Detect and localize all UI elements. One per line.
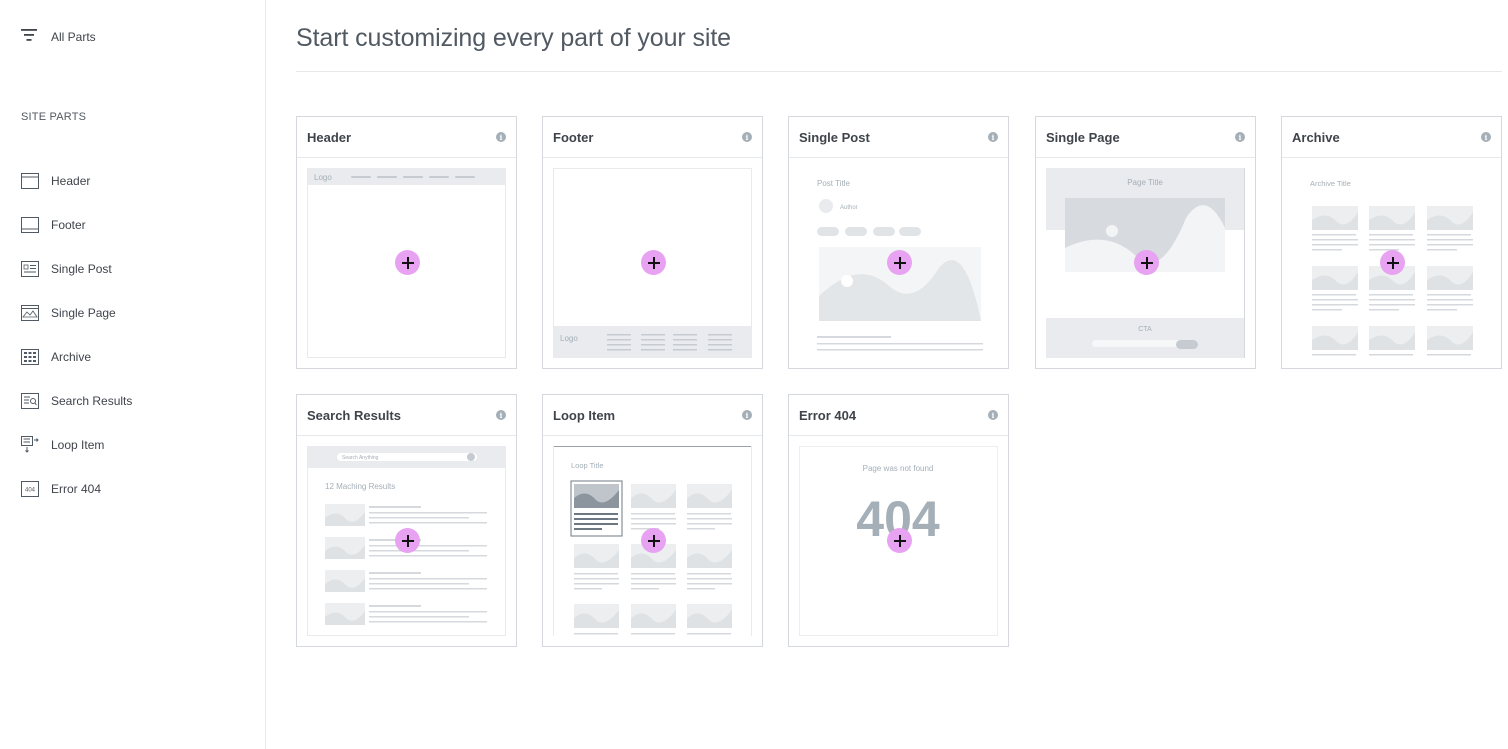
card-title: Search Results — [307, 407, 401, 423]
loop-item-icon — [21, 436, 39, 454]
add-search-results-icon[interactable] — [395, 528, 420, 553]
thumb-post-title: Post Title — [817, 179, 850, 188]
card-loop-item[interactable]: Loop Item i Loop Title — [542, 394, 763, 647]
sidebar-item-label: Archive — [51, 350, 92, 364]
sidebar-item-label: Header — [51, 174, 91, 188]
info-icon[interactable]: i — [742, 410, 752, 420]
info-icon[interactable]: i — [988, 132, 998, 142]
card-title: Loop Item — [553, 407, 616, 423]
card-header-bar: Header i — [297, 117, 516, 158]
card-header-bar: Single Page i — [1036, 117, 1255, 158]
header-icon — [21, 172, 39, 190]
info-icon[interactable]: i — [742, 132, 752, 142]
sidebar-item-footer[interactable]: Footer — [21, 203, 132, 247]
thumb-matching-results: 12 Maching Results — [325, 482, 395, 491]
add-header-icon[interactable] — [395, 250, 420, 275]
info-icon[interactable]: i — [1481, 132, 1491, 142]
archive-icon — [21, 348, 39, 366]
add-archive-icon[interactable] — [1380, 250, 1405, 275]
thumb-page-title: Page Title — [1127, 178, 1163, 187]
card-header-bar: Footer i — [543, 117, 762, 158]
card-title: Single Page — [1046, 129, 1120, 145]
sidebar: All Parts SITE PARTS Header Footer Singl… — [0, 0, 266, 749]
card-single-page[interactable]: Single Page i Page Title CTA — [1035, 116, 1256, 369]
footer-icon — [21, 216, 39, 234]
card-header-bar: Single Post i — [789, 117, 1008, 158]
thumb-archive-title: Archive Title — [1310, 179, 1351, 188]
single-page-icon — [21, 304, 39, 322]
sidebar-item-label: Footer — [51, 218, 86, 232]
info-icon[interactable]: i — [988, 410, 998, 420]
sidebar-item-single-post[interactable]: Single Post — [21, 247, 132, 291]
thumb-logo-text: Logo — [560, 334, 578, 343]
sidebar-item-label: Single Post — [51, 262, 112, 276]
sidebar-item-search-results[interactable]: Search Results — [21, 379, 132, 423]
svg-text:404: 404 — [25, 488, 36, 494]
thumb-cta: CTA — [1138, 326, 1152, 333]
card-header-bar: Error 404 i — [789, 395, 1008, 436]
single-post-icon — [21, 260, 39, 278]
error-404-icon: 404 — [21, 480, 39, 498]
card-header[interactable]: Header i Logo — [296, 116, 517, 369]
page-title: Start customizing every part of your sit… — [296, 24, 731, 52]
thumb-not-found: Page was not found — [863, 464, 934, 473]
thumb-search-placeholder: Search Anything — [342, 455, 379, 461]
add-error-404-icon[interactable] — [887, 528, 912, 553]
card-title: Archive — [1292, 129, 1340, 145]
info-icon[interactable]: i — [496, 410, 506, 420]
all-parts-label: All Parts — [51, 30, 96, 44]
card-title: Single Post — [799, 129, 870, 145]
info-icon[interactable]: i — [496, 132, 506, 142]
sidebar-item-label: Loop Item — [51, 438, 105, 452]
thumb-loop-title: Loop Title — [571, 461, 604, 470]
card-search-results[interactable]: Search Results i Search Anything 12 Mach… — [296, 394, 517, 647]
card-title: Footer — [553, 129, 594, 145]
sidebar-item-loop-item[interactable]: Loop Item — [21, 423, 132, 467]
sidebar-item-label: Search Results — [51, 394, 133, 408]
card-title: Header — [307, 129, 352, 145]
card-archive[interactable]: Archive i Archive Title — [1281, 116, 1502, 369]
thumb-logo-text: Logo — [314, 173, 332, 182]
info-icon[interactable]: i — [1235, 132, 1245, 142]
site-parts-heading: SITE PARTS — [21, 111, 87, 123]
card-header-bar: Search Results i — [297, 395, 516, 436]
card-footer[interactable]: Footer i Logo — [542, 116, 763, 369]
card-error-404[interactable]: Error 404 i Page was not found 404 — [788, 394, 1009, 647]
sidebar-item-label: Single Page — [51, 306, 116, 320]
add-footer-icon[interactable] — [641, 250, 666, 275]
card-single-post[interactable]: Single Post i Post Title Author — [788, 116, 1009, 369]
sidebar-item-header[interactable]: Header — [21, 159, 132, 203]
add-loop-item-icon[interactable] — [641, 528, 666, 553]
site-parts-nav: Header Footer Single Post Single Page Ar… — [21, 159, 132, 511]
title-divider — [296, 71, 1502, 72]
all-parts-button[interactable]: All Parts — [21, 28, 96, 46]
sidebar-item-label: Error 404 — [51, 482, 102, 496]
search-results-icon — [21, 392, 39, 410]
sidebar-item-archive[interactable]: Archive — [21, 335, 132, 379]
sidebar-item-error-404[interactable]: 404 Error 404 — [21, 467, 132, 511]
filter-icon — [21, 28, 37, 46]
card-title: Error 404 — [799, 407, 857, 423]
thumb-author: Author — [840, 205, 858, 211]
card-header-bar: Archive i — [1282, 117, 1501, 158]
sidebar-item-single-page[interactable]: Single Page — [21, 291, 132, 335]
add-single-page-icon[interactable] — [1134, 250, 1159, 275]
card-header-bar: Loop Item i — [543, 395, 762, 436]
add-single-post-icon[interactable] — [887, 250, 912, 275]
